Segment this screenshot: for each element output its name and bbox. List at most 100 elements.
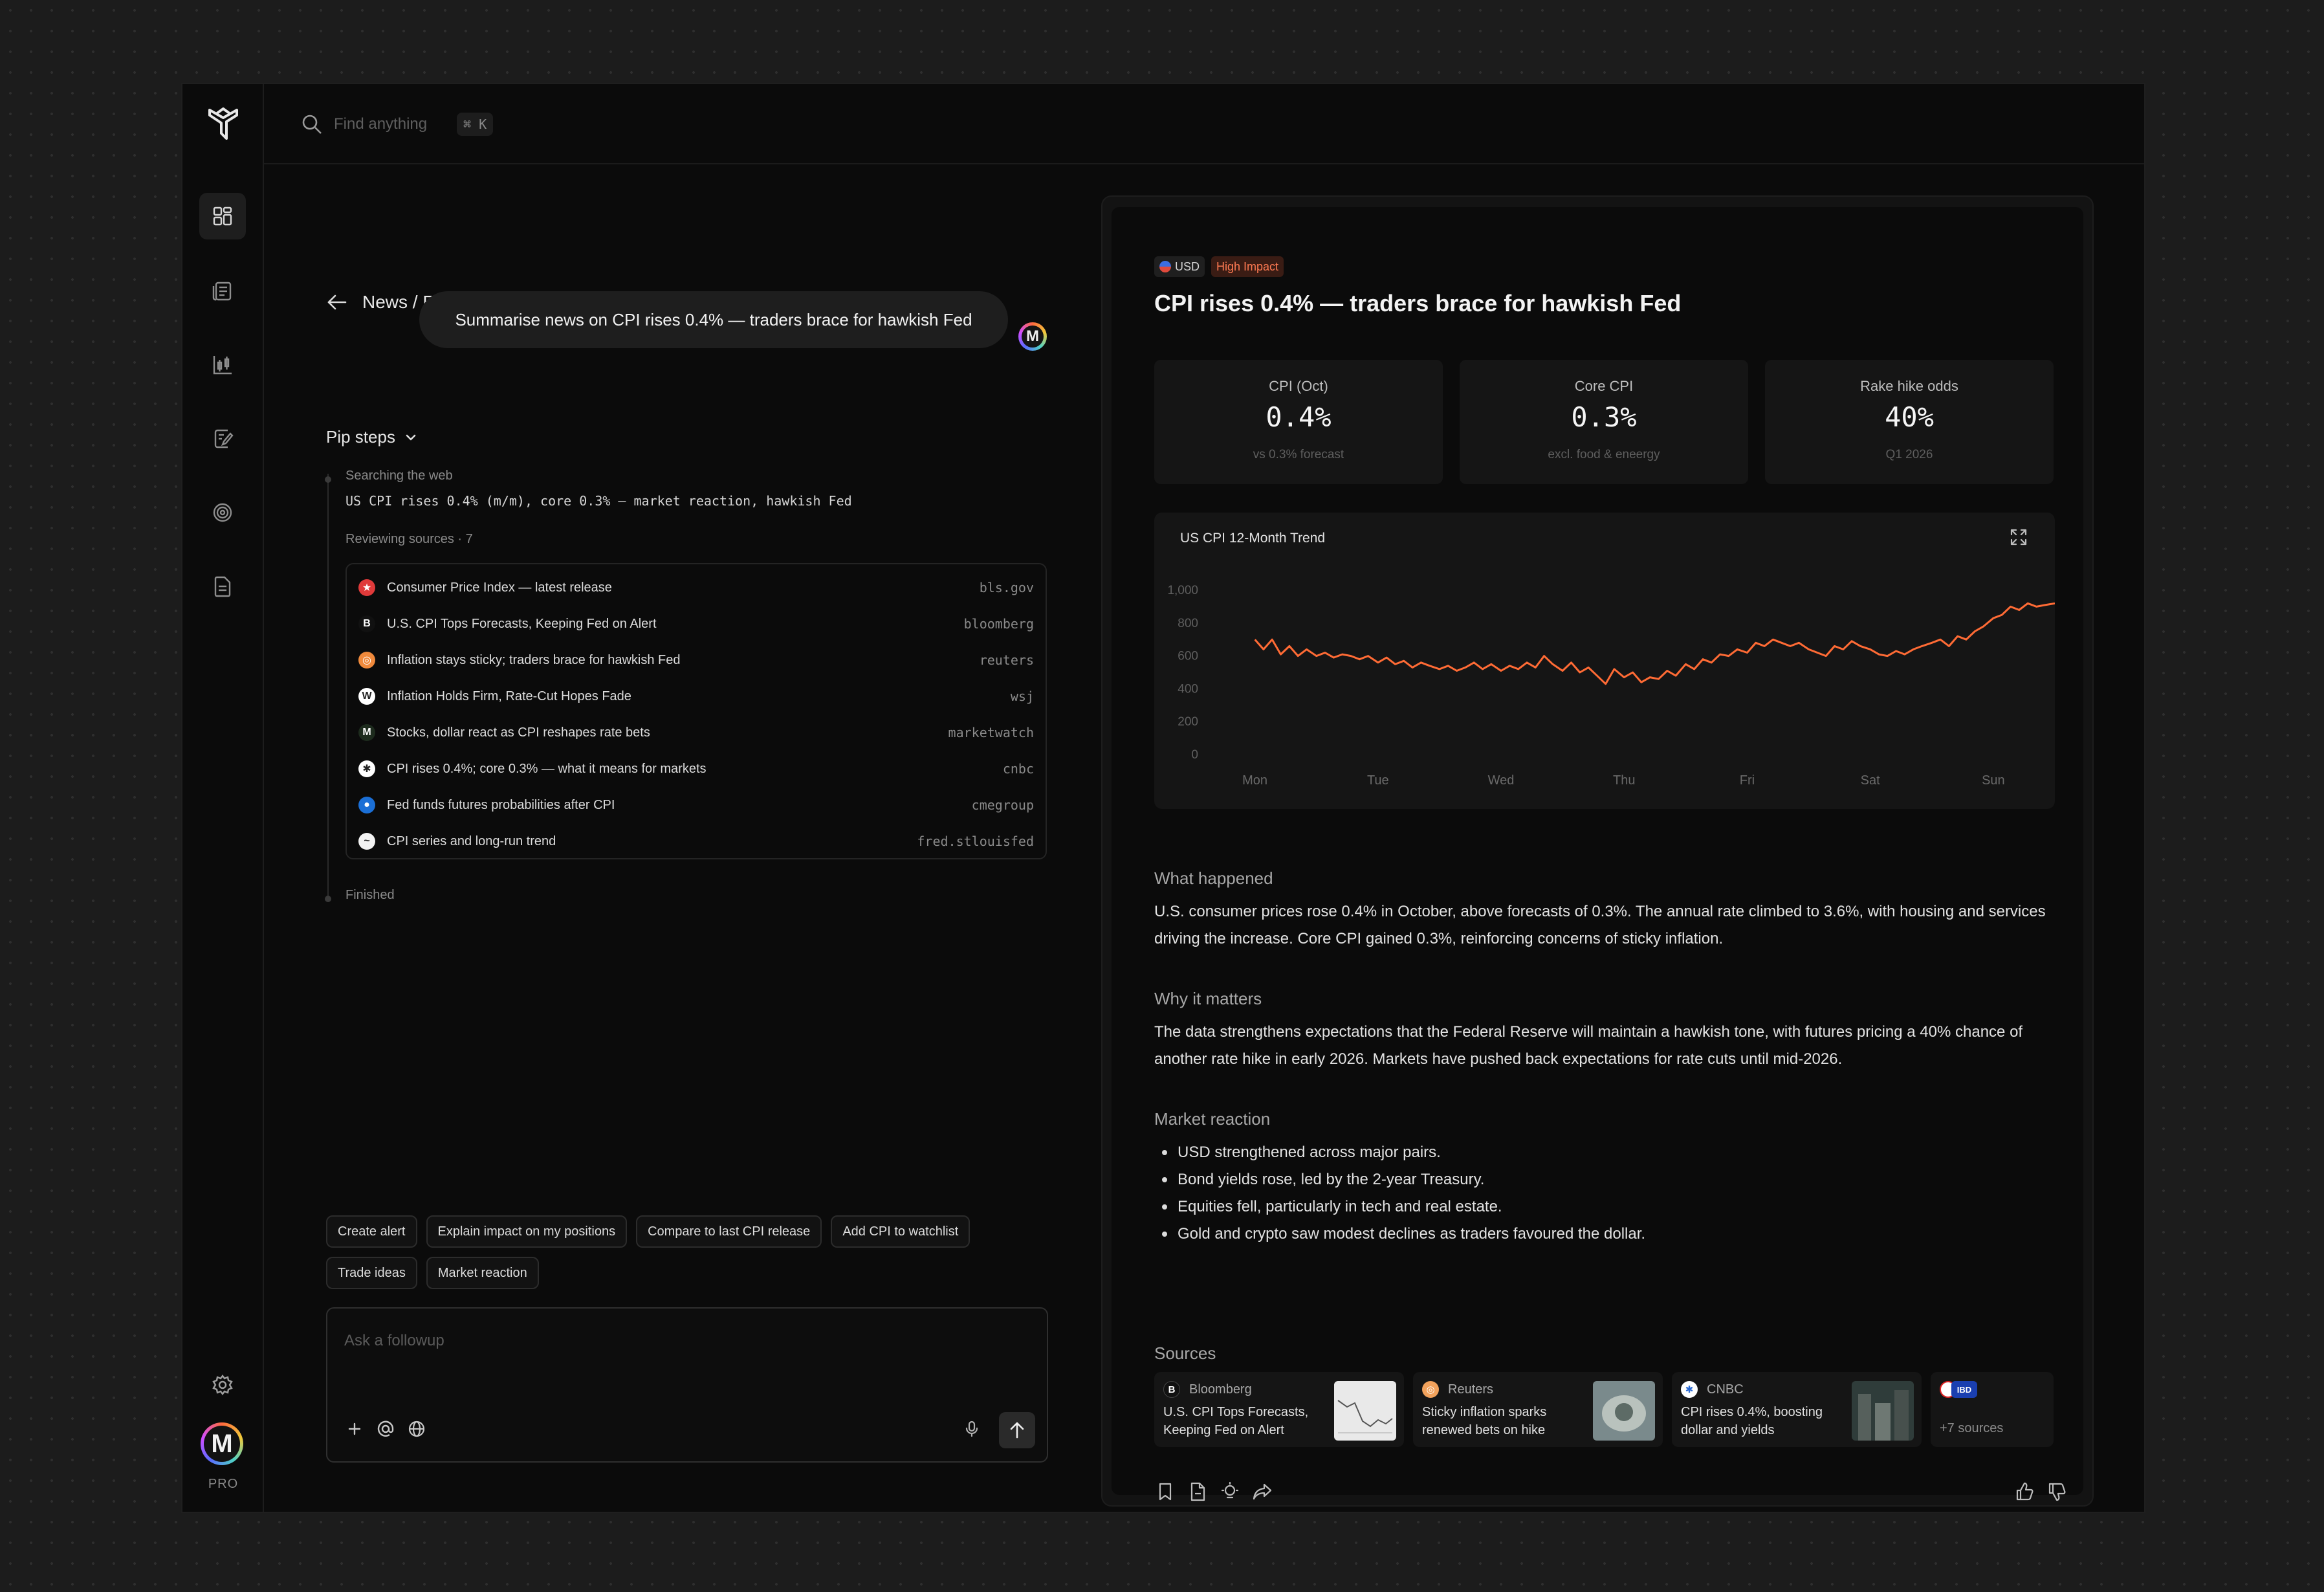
bookmark-icon[interactable] bbox=[1154, 1481, 1176, 1503]
source-name: Reuters bbox=[1448, 1382, 1494, 1397]
market-reaction-heading: Market reaction bbox=[1154, 1109, 1271, 1129]
why-matters-body: The data strengthens expectations that t… bbox=[1154, 1023, 2023, 1068]
sidebar-item-documents[interactable] bbox=[199, 563, 246, 610]
suggestion-chip[interactable]: Add CPI to watchlist bbox=[831, 1215, 970, 1248]
source-domain: cnbc bbox=[1002, 761, 1034, 777]
stat-sub: vs 0.3% forecast bbox=[1253, 448, 1344, 461]
steps-timeline bbox=[327, 474, 329, 897]
source-card-more[interactable]: IBD +7 sources bbox=[1931, 1372, 2054, 1447]
sidebar-item-charts[interactable] bbox=[199, 342, 246, 388]
currency-tag: USD bbox=[1154, 256, 1205, 277]
web-search-toggle[interactable] bbox=[406, 1419, 427, 1439]
stat-label: Rake hike odds bbox=[1860, 378, 1958, 394]
document-icon bbox=[214, 576, 231, 597]
stat-label: CPI (Oct) bbox=[1269, 378, 1328, 394]
source-row-reuters[interactable]: ◎ Inflation stays sticky; traders brace f… bbox=[347, 642, 1046, 678]
source-row-cmegroup[interactable]: ● Fed funds futures probabilities after C… bbox=[347, 787, 1046, 823]
cnbc-icon: ✱ bbox=[1681, 1381, 1698, 1398]
x-tick-label: Fri bbox=[1740, 773, 1755, 788]
thumbs-up-icon[interactable] bbox=[2013, 1481, 2035, 1503]
settings-button[interactable] bbox=[199, 1362, 246, 1408]
arrow-left-icon[interactable] bbox=[325, 290, 349, 315]
what-happened-body: U.S. consumer prices rose 0.4% in Octobe… bbox=[1154, 903, 2046, 947]
top-bar: ⌘ K bbox=[264, 84, 2144, 164]
source-row-cnbc[interactable]: ✱ CPI rises 0.4%; core 0.3% — what it mea… bbox=[347, 751, 1046, 787]
app-window: M PRO ⌘ K News / Economy Summarise news … bbox=[181, 83, 2145, 1513]
timeline-dot bbox=[325, 476, 331, 483]
step-searching-label: Searching the web bbox=[345, 469, 453, 483]
step-finished-label: Finished bbox=[345, 888, 395, 902]
suggestion-chip[interactable]: Market reaction bbox=[426, 1257, 539, 1289]
y-tick-label: 0 bbox=[1191, 748, 1198, 762]
sidebar-item-targets[interactable] bbox=[199, 489, 246, 536]
newspaper-icon bbox=[212, 282, 232, 301]
source-domain: bls.gov bbox=[979, 580, 1034, 595]
send-button[interactable] bbox=[999, 1412, 1035, 1448]
at-sign-icon bbox=[377, 1421, 394, 1437]
suggestion-chip[interactable]: Create alert bbox=[326, 1215, 417, 1248]
y-tick-label: 1,000 bbox=[1167, 584, 1198, 597]
copy-note-icon[interactable] bbox=[1187, 1481, 1209, 1503]
source-domain: cmegroup bbox=[971, 797, 1034, 813]
brand-logo-icon[interactable] bbox=[207, 106, 239, 141]
market-reaction-list: USD strengthened across major pairs. Bon… bbox=[1154, 1139, 2054, 1248]
list-item: Equities fell, particularly in tech and … bbox=[1154, 1193, 2054, 1221]
source-thumbnail bbox=[1593, 1381, 1655, 1441]
why-matters-heading: Why it matters bbox=[1154, 989, 1262, 1008]
impact-tag: High Impact bbox=[1211, 256, 1284, 277]
sidebar-item-news[interactable] bbox=[199, 268, 246, 315]
source-row-bloomberg[interactable]: B U.S. CPI Tops Forecasts, Keeping Fed on… bbox=[347, 606, 1046, 642]
reuters-icon: ◎ bbox=[358, 652, 375, 669]
thumbs-down-icon[interactable] bbox=[2046, 1481, 2068, 1503]
source-title: CPI rises 0.4%; core 0.3% — what it mean… bbox=[387, 761, 707, 776]
globe-icon bbox=[408, 1421, 425, 1437]
pip-steps-label: Pip steps bbox=[326, 427, 395, 447]
source-row-bls-gov[interactable]: ★ Consumer Price Index — latest release bl… bbox=[347, 569, 1046, 606]
pip-steps-toggle[interactable]: Pip steps bbox=[326, 427, 419, 447]
more-sources-label: +7 sources bbox=[1940, 1421, 2004, 1435]
share-icon[interactable] bbox=[1251, 1481, 1273, 1503]
source-title: CPI series and long-run trend bbox=[387, 834, 556, 848]
source-name: Bloomberg bbox=[1189, 1382, 1252, 1397]
sources-heading: Sources bbox=[1154, 1343, 1216, 1363]
search-input[interactable] bbox=[334, 110, 444, 138]
source-title: Fed funds futures probabilities after CP… bbox=[387, 797, 615, 812]
lightbulb-icon[interactable] bbox=[1219, 1481, 1241, 1503]
sources-list: ★ Consumer Price Index — latest release bl… bbox=[345, 563, 1047, 859]
source-card-cnbc[interactable]: ✱ CNBC CPI rises 0.4%, boosting dollar a… bbox=[1672, 1372, 1922, 1447]
y-tick-label: 600 bbox=[1178, 650, 1198, 663]
source-card-bloomberg[interactable]: B Bloomberg U.S. CPI Tops Forecasts, Kee… bbox=[1154, 1372, 1404, 1447]
source-title: Consumer Price Index — latest release bbox=[387, 580, 612, 595]
source-row-marketwatch[interactable]: M Stocks, dollar react as CPI reshapes ra… bbox=[347, 714, 1046, 751]
source-card-reuters[interactable]: ◎ Reuters Sticky inflation sparks renewe… bbox=[1413, 1372, 1663, 1447]
followup-input[interactable] bbox=[344, 1328, 926, 1354]
cnbc-icon: ✱ bbox=[358, 760, 375, 777]
bloomberg-icon: B bbox=[1163, 1381, 1180, 1398]
reuters-icon: ◎ bbox=[1422, 1381, 1439, 1398]
source-row-fred-stlouisfed[interactable]: ~ CPI series and long-run trend fred.stlou… bbox=[347, 823, 1046, 859]
source-domain: reuters bbox=[979, 652, 1034, 668]
source-domain: marketwatch bbox=[948, 725, 1034, 740]
mention-button[interactable] bbox=[375, 1419, 396, 1439]
avatar[interactable]: M bbox=[201, 1422, 243, 1465]
message-avatar-initial: M bbox=[1022, 326, 1044, 348]
voice-input-button[interactable] bbox=[961, 1419, 982, 1439]
add-attachment-button[interactable] bbox=[344, 1419, 365, 1439]
source-row-wsj[interactable]: W Inflation Holds Firm, Rate-Cut Hopes Fa… bbox=[347, 678, 1046, 714]
bloomberg-icon: B bbox=[358, 615, 375, 632]
suggestion-chip[interactable]: Trade ideas bbox=[326, 1257, 417, 1289]
wsj-icon: W bbox=[358, 688, 375, 705]
suggestion-chip[interactable]: Explain impact on my positions bbox=[426, 1215, 628, 1248]
source-domain: bloomberg bbox=[963, 616, 1034, 632]
stat-card-cpi: CPI (Oct) 0.4% vs 0.3% forecast bbox=[1154, 360, 1443, 484]
article-tags: USD High Impact bbox=[1154, 256, 1284, 277]
list-item: Bond yields rose, led by the 2-year Trea… bbox=[1154, 1166, 2054, 1193]
sidebar-item-journal[interactable] bbox=[199, 415, 246, 462]
followup-composer bbox=[326, 1307, 1048, 1463]
expand-icon[interactable] bbox=[2008, 527, 2029, 547]
article-panel: USD High Impact CPI rises 0.4% — traders… bbox=[1112, 207, 2083, 1501]
marketwatch-icon: M bbox=[358, 724, 375, 741]
source-headline: CPI rises 0.4%, boosting dollar and yiel… bbox=[1681, 1405, 1823, 1437]
sidebar-item-dashboard[interactable] bbox=[199, 193, 246, 239]
suggestion-chip[interactable]: Compare to last CPI release bbox=[636, 1215, 822, 1248]
